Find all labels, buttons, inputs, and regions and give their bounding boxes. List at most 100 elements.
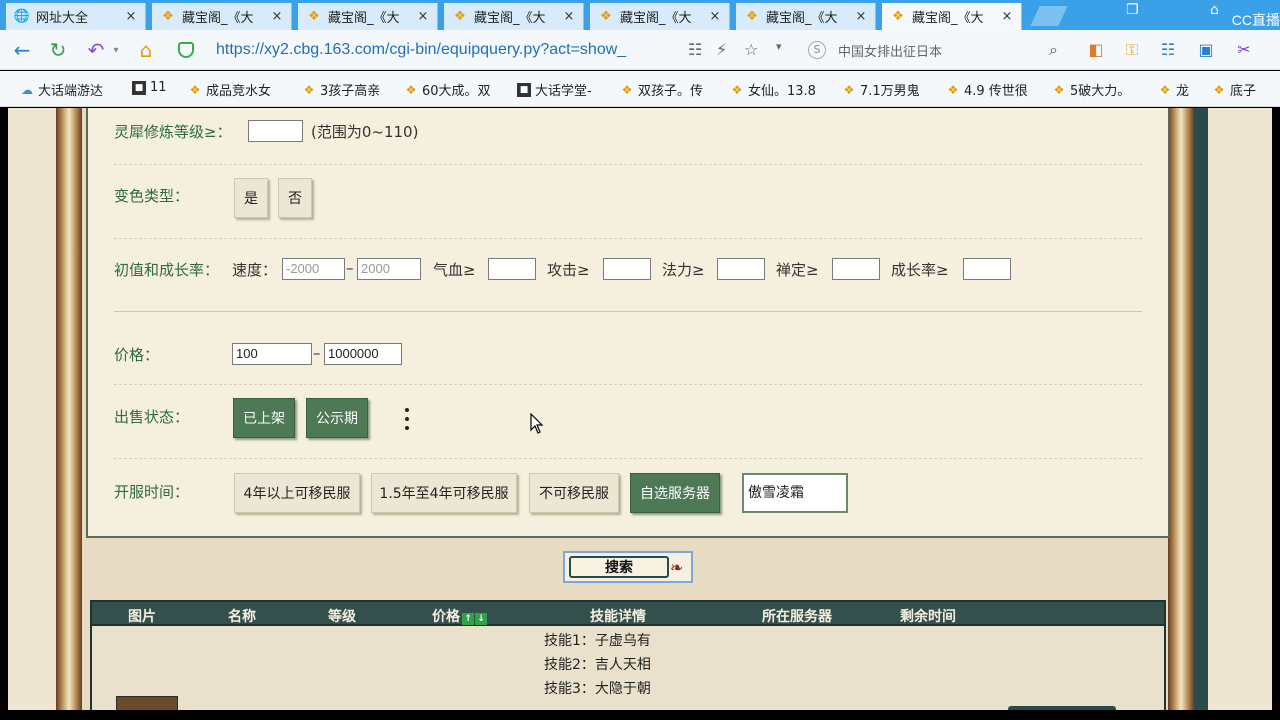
globe-icon: 🌐 bbox=[13, 9, 31, 24]
sale-public-button[interactable]: 公示期 bbox=[306, 398, 368, 438]
server-name-input[interactable]: 傲雪凌霜 bbox=[742, 473, 848, 513]
treasure-icon: ❖ bbox=[746, 9, 758, 24]
close-icon[interactable]: × bbox=[999, 9, 1015, 24]
bookmark-label: 3孩子高亲 bbox=[320, 84, 381, 99]
close-icon[interactable]: × bbox=[853, 9, 869, 24]
column-header-name: 名称 bbox=[228, 609, 256, 625]
tab-1[interactable]: ❖ 藏宝阁_《大 × bbox=[152, 3, 292, 30]
new-tab-button[interactable] bbox=[1030, 6, 1068, 26]
translate-icon[interactable]: ☷ bbox=[1158, 40, 1178, 60]
search-icon[interactable]: ⌕ bbox=[1049, 40, 1058, 60]
speed-min-input[interactable]: -2000 bbox=[282, 258, 345, 280]
server-4y-button[interactable]: 4年以上可移民服 bbox=[234, 473, 360, 513]
zen-input[interactable] bbox=[832, 258, 880, 280]
search-button[interactable]: 搜索 bbox=[569, 556, 669, 578]
divider bbox=[114, 384, 1142, 385]
key-icon[interactable]: ⚿ bbox=[1122, 40, 1142, 60]
bookmark-label: 7.1万男鬼 bbox=[860, 84, 920, 99]
divider bbox=[114, 458, 1142, 459]
tab-5[interactable]: ❖ 藏宝阁_《大 × bbox=[736, 3, 876, 30]
more-options-icon[interactable] bbox=[405, 408, 409, 435]
attack-input[interactable] bbox=[603, 258, 651, 280]
bookmark-item[interactable]: ❖ 女仙。13.8 bbox=[730, 80, 816, 100]
treasure-icon: ❖ bbox=[1159, 82, 1171, 97]
bookmark-item[interactable]: ❖ 底子 bbox=[1212, 80, 1256, 100]
bookmark-item[interactable]: ❖ 7.1万男鬼 bbox=[842, 80, 920, 100]
growth-rate-input[interactable] bbox=[963, 258, 1011, 280]
bookmark-item[interactable]: ❖ 60大成。双 bbox=[404, 80, 491, 100]
bookmark-item[interactable]: ■ 11 bbox=[132, 80, 167, 95]
tab-6-active[interactable]: ❖ 藏宝阁_《大 × bbox=[882, 3, 1022, 30]
tab-title: 网址大全 bbox=[36, 11, 89, 26]
divider bbox=[114, 311, 1142, 312]
treasure-icon: ❖ bbox=[731, 82, 743, 97]
url-text: https://xy2.cbg.163.com/cgi-bin/equipque… bbox=[216, 41, 627, 58]
extension-icon[interactable]: ◧ bbox=[1086, 40, 1106, 60]
bookmark-item[interactable]: ❖ 3孩子高亲 bbox=[302, 80, 381, 100]
price-max-input[interactable]: 1000000 bbox=[324, 343, 402, 365]
close-icon[interactable]: × bbox=[561, 9, 577, 24]
tab-title: 藏宝阁_《大 bbox=[620, 11, 692, 26]
url-field[interactable]: https://xy2.cbg.163.com/cgi-bin/equipque… bbox=[178, 36, 798, 64]
row-action-button[interactable] bbox=[1008, 706, 1116, 710]
lightning-icon[interactable]: ⚡ bbox=[716, 40, 727, 59]
bookmark-item[interactable]: ❖ 5破大力。 bbox=[1052, 80, 1131, 100]
price-min-input[interactable]: 100 bbox=[232, 343, 312, 365]
bookmark-item[interactable]: ❖ 成品竞水女 bbox=[188, 80, 272, 100]
chevron-down-icon[interactable]: ▾ bbox=[104, 38, 128, 62]
bookmark-item[interactable]: ❖ 龙 bbox=[1158, 80, 1189, 100]
color-yes-button[interactable]: 是 bbox=[234, 178, 268, 218]
home-icon[interactable]: ⌂ bbox=[134, 38, 158, 62]
treasure-icon: ❖ bbox=[1053, 82, 1065, 97]
window-icon[interactable]: ▣ bbox=[1196, 40, 1216, 60]
treasure-icon: ❖ bbox=[947, 82, 959, 97]
results-list: 技能1：子虚乌有 技能2：吉人天相 技能3：大隐于朝 bbox=[90, 626, 1166, 710]
bookmark-label: 大话端游达 bbox=[38, 84, 104, 99]
mana-input[interactable] bbox=[717, 258, 765, 280]
sort-up-icon[interactable]: ↑ bbox=[462, 613, 474, 625]
speed-label: 速度： bbox=[232, 261, 278, 279]
close-icon[interactable]: × bbox=[269, 9, 285, 24]
search-box[interactable]: S 中国女排出征日本 ⌕ bbox=[808, 36, 1068, 64]
treasure-icon: ❖ bbox=[308, 9, 320, 24]
bookmark-item[interactable]: ☁ 大话端游达 bbox=[20, 80, 104, 100]
star-icon[interactable]: ☆ bbox=[744, 40, 758, 59]
server-15-4y-button[interactable]: 1.5年至4年可移民服 bbox=[371, 473, 517, 513]
minimize-icon[interactable]: ❐ bbox=[1126, 2, 1139, 18]
server-nomove-button[interactable]: 不可移民服 bbox=[529, 473, 619, 513]
close-icon[interactable]: × bbox=[123, 9, 139, 24]
bookmark-label: 11 bbox=[150, 80, 167, 95]
bookmark-item[interactable]: ❖ 双孩子。传 bbox=[620, 80, 703, 100]
qr-icon[interactable]: ☷ bbox=[688, 40, 702, 59]
bookmark-label: 5破大力。 bbox=[1070, 84, 1131, 99]
back-icon[interactable]: ← bbox=[10, 38, 34, 62]
pet-thumbnail[interactable] bbox=[116, 696, 178, 710]
dark-tile-icon: ■ bbox=[132, 80, 146, 95]
sort-down-icon[interactable]: ↓ bbox=[475, 613, 487, 625]
tab-title: 藏宝阁_《大 bbox=[912, 11, 984, 26]
scissors-icon[interactable]: ✂ bbox=[1234, 40, 1254, 60]
lingxi-label: 灵犀修炼等级≥： bbox=[114, 123, 232, 141]
close-icon[interactable]: × bbox=[707, 9, 723, 24]
bookmark-item[interactable]: ❖ 4.9 传世很 bbox=[946, 80, 1028, 100]
chevron-down-icon[interactable]: ▾ bbox=[776, 40, 782, 53]
page-content: 灵犀修炼等级≥： (范围为0~110) 变色类型： 是 否 初值和成长率： 速度… bbox=[8, 108, 1272, 710]
search-placeholder: 中国女排出征日本 bbox=[838, 44, 943, 60]
hp-input[interactable] bbox=[488, 258, 536, 280]
bookmark-item[interactable]: ■ 大话学堂- bbox=[517, 80, 592, 99]
column-header-price[interactable]: 价格 ↑ ↓ bbox=[432, 606, 488, 626]
lingxi-input[interactable] bbox=[248, 120, 303, 142]
speed-max-input[interactable]: 2000 bbox=[357, 258, 421, 280]
close-icon[interactable]: × bbox=[415, 9, 431, 24]
color-no-button[interactable]: 否 bbox=[278, 178, 312, 218]
color-type-label: 变色类型： bbox=[114, 187, 190, 205]
tab-0[interactable]: 🌐 网址大全 × bbox=[6, 3, 146, 30]
tab-3[interactable]: ❖ 藏宝阁_《大 × bbox=[444, 3, 584, 30]
tab-2[interactable]: ❖ 藏宝阁_《大 × bbox=[298, 3, 438, 30]
sale-listed-button[interactable]: 已上架 bbox=[233, 398, 295, 438]
tab-4[interactable]: ❖ 藏宝阁_《大 × bbox=[590, 3, 730, 30]
bookmark-label: 成品竞水女 bbox=[206, 84, 272, 99]
refresh-icon[interactable]: ↻ bbox=[46, 38, 70, 62]
user-icon[interactable]: ⌂ bbox=[1210, 2, 1219, 18]
server-custom-button[interactable]: 自选服务器 bbox=[630, 473, 720, 513]
